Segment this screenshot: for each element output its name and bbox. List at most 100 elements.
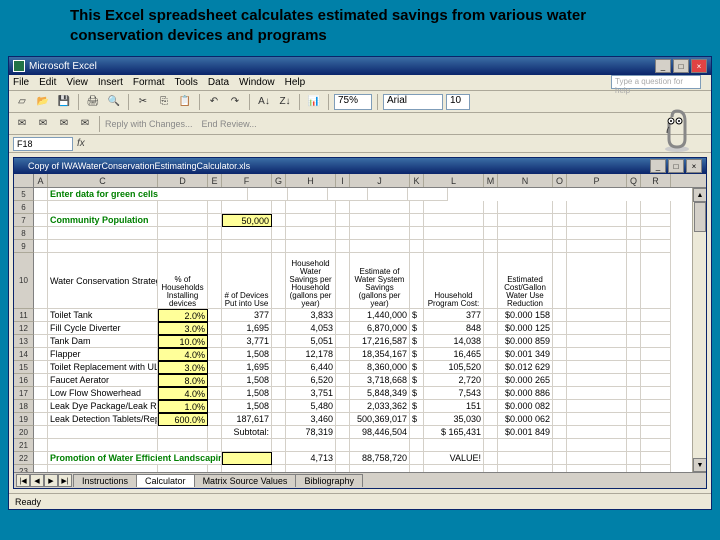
cell[interactable]: [484, 253, 498, 309]
cell[interactable]: Faucet Aerator: [48, 374, 158, 387]
minimize-button[interactable]: _: [655, 59, 671, 73]
cell[interactable]: 4,053: [286, 322, 336, 335]
cell[interactable]: 1,508: [222, 387, 272, 400]
cell[interactable]: [641, 201, 671, 214]
cell[interactable]: [627, 240, 641, 253]
cell[interactable]: [424, 201, 484, 214]
cell[interactable]: [34, 361, 48, 374]
cell[interactable]: $: [410, 348, 424, 361]
cell[interactable]: [641, 214, 671, 227]
cell[interactable]: [567, 426, 627, 439]
cell[interactable]: [424, 439, 484, 452]
cell[interactable]: [48, 201, 158, 214]
cell[interactable]: [158, 201, 208, 214]
cell[interactable]: [408, 188, 448, 201]
select-all-cell[interactable]: [14, 174, 34, 187]
cell[interactable]: Toilet Replacement with ULFT: [48, 361, 158, 374]
cell[interactable]: [424, 465, 484, 472]
cell[interactable]: [484, 374, 498, 387]
cell[interactable]: [627, 335, 641, 348]
cell[interactable]: [34, 400, 48, 413]
cell[interactable]: [336, 452, 350, 465]
cell[interactable]: 88,758,720: [350, 452, 410, 465]
cell[interactable]: [553, 348, 567, 361]
cell[interactable]: [34, 465, 48, 472]
menu-edit[interactable]: Edit: [39, 77, 56, 88]
cell[interactable]: 848: [424, 322, 484, 335]
cell[interactable]: [498, 240, 553, 253]
cell[interactable]: [410, 253, 424, 309]
cell[interactable]: Enter data for green cells: [48, 188, 248, 201]
cell[interactable]: $0.000 886: [498, 387, 553, 400]
tab-bibliography[interactable]: Bibliography: [295, 474, 363, 487]
reply-changes-button[interactable]: Reply with Changes...: [105, 119, 193, 129]
cell[interactable]: [336, 309, 350, 322]
cell[interactable]: [222, 227, 272, 240]
row-head[interactable]: 18: [14, 400, 34, 413]
cell[interactable]: 10.0%: [158, 335, 208, 348]
cell[interactable]: [498, 439, 553, 452]
cell[interactable]: [627, 387, 641, 400]
cell[interactable]: [641, 240, 671, 253]
cell[interactable]: [208, 361, 222, 374]
cell[interactable]: [498, 227, 553, 240]
row-head[interactable]: 11: [14, 309, 34, 322]
cell[interactable]: [272, 439, 286, 452]
cell[interactable]: [336, 465, 350, 472]
cell[interactable]: $: [410, 413, 424, 426]
cell[interactable]: [484, 335, 498, 348]
cell[interactable]: Promotion of Water Efficient Landscaping…: [48, 452, 222, 465]
cell[interactable]: [641, 253, 671, 309]
cell[interactable]: # of Devices Put into Use: [222, 253, 272, 309]
cell[interactable]: 8,360,000: [350, 361, 410, 374]
cell[interactable]: $: [410, 374, 424, 387]
cell[interactable]: Household Program Cost:: [424, 253, 484, 309]
cell[interactable]: [158, 439, 208, 452]
cell[interactable]: [641, 322, 671, 335]
cell[interactable]: 4.0%: [158, 348, 208, 361]
help-search-input[interactable]: Type a question for help: [611, 75, 701, 89]
cell[interactable]: [336, 387, 350, 400]
cell[interactable]: [158, 426, 208, 439]
cell[interactable]: [567, 309, 627, 322]
cell[interactable]: [272, 201, 286, 214]
end-review-button[interactable]: End Review...: [202, 119, 257, 129]
cell[interactable]: [627, 374, 641, 387]
cell[interactable]: [410, 465, 424, 472]
menu-file[interactable]: File: [13, 77, 29, 88]
cell[interactable]: 5,051: [286, 335, 336, 348]
cell[interactable]: [567, 439, 627, 452]
col-head-A[interactable]: A: [34, 174, 48, 187]
cell[interactable]: 8.0%: [158, 374, 208, 387]
cell[interactable]: [158, 214, 208, 227]
cell[interactable]: [627, 309, 641, 322]
close-button[interactable]: ×: [691, 59, 707, 73]
cell[interactable]: [567, 227, 627, 240]
cell[interactable]: [368, 188, 408, 201]
cell[interactable]: 1,440,000: [350, 309, 410, 322]
cell[interactable]: 12,178: [286, 348, 336, 361]
tab-prev-icon[interactable]: ◀: [30, 474, 44, 487]
cell[interactable]: Fill Cycle Diverter: [48, 322, 158, 335]
cell[interactable]: [641, 465, 671, 472]
col-head-P[interactable]: P: [567, 174, 627, 187]
cell[interactable]: 1,508: [222, 374, 272, 387]
row-head[interactable]: 10: [14, 253, 34, 309]
cell[interactable]: [484, 227, 498, 240]
cell[interactable]: Low Flow Showerhead: [48, 387, 158, 400]
cell[interactable]: [272, 374, 286, 387]
cell[interactable]: [272, 348, 286, 361]
col-head-R[interactable]: R: [641, 174, 671, 187]
cell[interactable]: 1,695: [222, 322, 272, 335]
scroll-up-icon[interactable]: ▲: [693, 188, 706, 202]
cell[interactable]: [34, 309, 48, 322]
cell[interactable]: [553, 240, 567, 253]
font-select[interactable]: Arial: [383, 94, 443, 110]
vertical-scrollbar[interactable]: ▲ ▼: [692, 188, 706, 472]
cell[interactable]: [484, 400, 498, 413]
cell[interactable]: [34, 374, 48, 387]
cell[interactable]: $: [410, 400, 424, 413]
redo-icon[interactable]: ↷: [226, 93, 244, 111]
tab-instructions[interactable]: Instructions: [73, 474, 137, 487]
cell[interactable]: [410, 240, 424, 253]
